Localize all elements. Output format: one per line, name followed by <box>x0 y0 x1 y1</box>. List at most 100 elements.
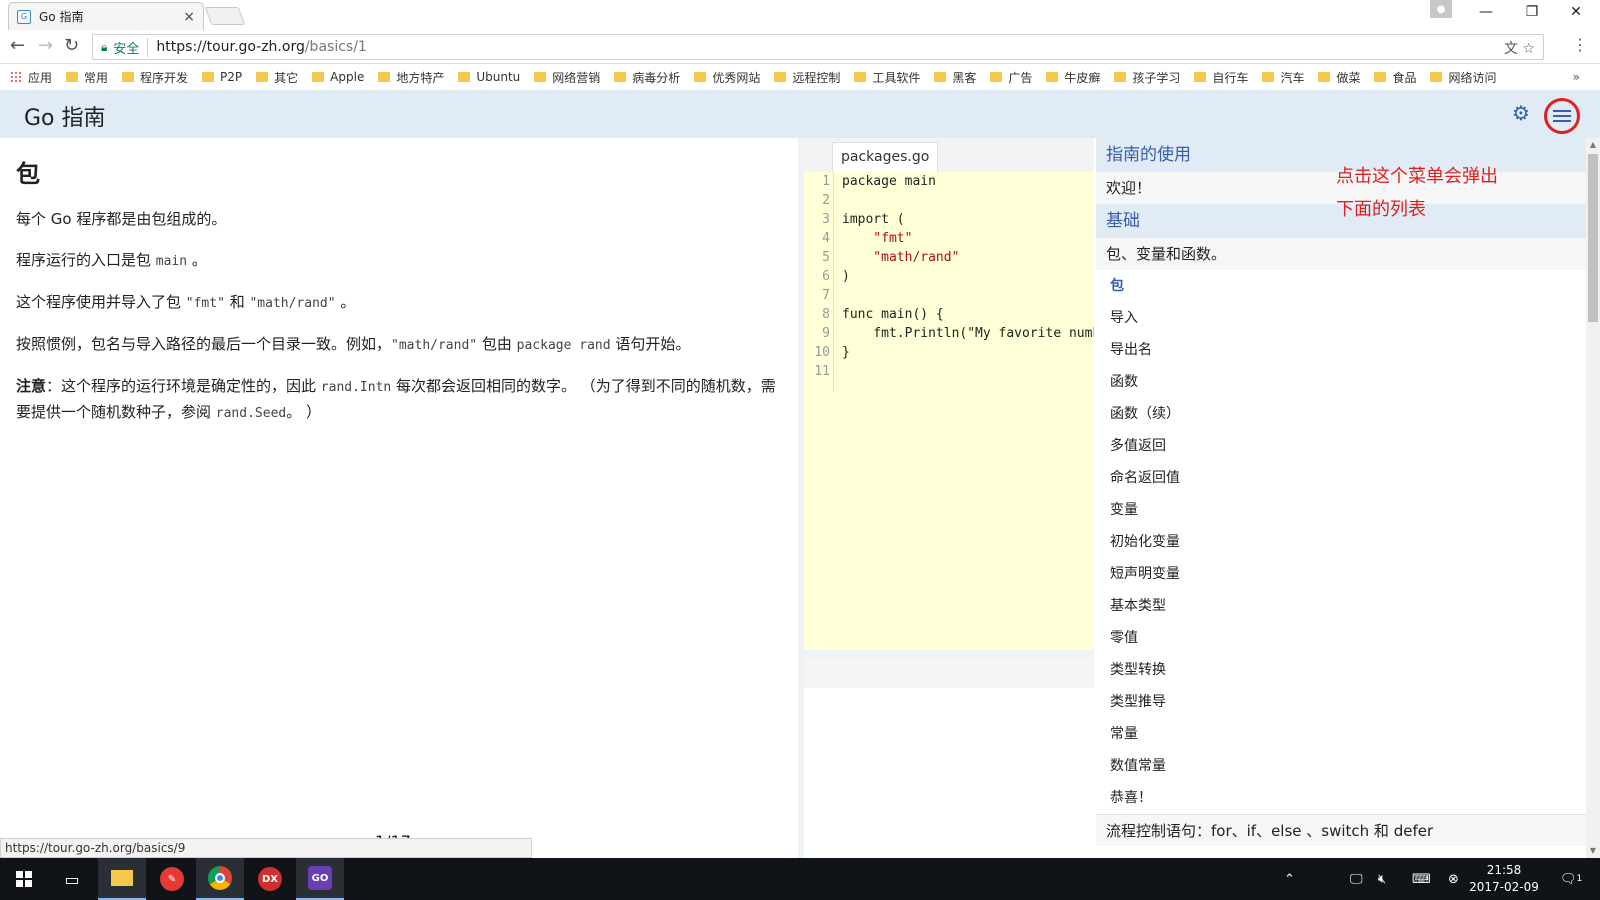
toc-item[interactable]: 初始化变量 <box>1096 526 1586 558</box>
scroll-thumb[interactable] <box>1588 154 1598 322</box>
url-input[interactable]: 🔒︎ 安全 https://tour.go-zh.org /basics/1 文… <box>92 34 1544 60</box>
gear-icon[interactable]: ⚙ <box>1512 103 1532 123</box>
scrollbar[interactable]: ▲ ▼ <box>1586 138 1600 858</box>
translate-star-icons[interactable]: 文 ☆ <box>1504 38 1535 58</box>
task-view-icon[interactable]: ▭ <box>48 858 96 900</box>
toc-sub-packages[interactable]: 包、变量和函数。 <box>1096 238 1586 270</box>
bookmark-folder[interactable]: 工具软件 <box>854 69 920 86</box>
toc-item[interactable]: 数值常量 <box>1096 750 1586 782</box>
site-title[interactable]: Go 指南 <box>24 100 106 132</box>
bookmark-folder[interactable]: 黑客 <box>934 69 976 86</box>
bookmark-folder[interactable]: 程序开发 <box>122 69 188 86</box>
app-red-icon[interactable]: ✎ <box>148 858 196 900</box>
bookmark-folder[interactable]: Ubuntu <box>458 70 520 84</box>
bookmark-folder[interactable]: 其它 <box>256 69 298 86</box>
code-line[interactable]: 6) <box>804 267 1094 286</box>
forward-icon[interactable]: → <box>38 35 53 56</box>
close-icon[interactable]: × <box>183 9 195 25</box>
scroll-down-icon[interactable]: ▼ <box>1586 844 1600 858</box>
file-tab[interactable]: packages.go <box>832 142 939 172</box>
folder-icon <box>378 72 391 82</box>
toc-sub-flowcontrol[interactable]: 流程控制语句：for、if、else 、switch 和 defer <box>1096 814 1586 846</box>
chrome-menu-icon[interactable]: ⋮ <box>1572 35 1588 54</box>
system-clock[interactable]: 21:58 2017-02-09 <box>1464 862 1544 896</box>
new-tab-button[interactable] <box>204 7 246 25</box>
code-area[interactable]: 1 package main 2 3 import (4 "fmt" 5 "math/ra… <box>804 172 1094 392</box>
toc-item[interactable]: 函数（续） <box>1096 398 1586 430</box>
folder-icon <box>990 72 1003 82</box>
bookmark-folder[interactable]: 远程控制 <box>774 69 840 86</box>
start-button[interactable] <box>0 858 48 900</box>
toc-item[interactable]: 函数 <box>1096 366 1586 398</box>
toc-item[interactable]: 类型转换 <box>1096 654 1586 686</box>
code-line[interactable]: 7 <box>804 286 1094 305</box>
bookmark-folder[interactable]: 食品 <box>1374 69 1416 86</box>
reload-icon[interactable]: ↻ <box>64 35 79 56</box>
url-path: /basics/1 <box>304 39 367 55</box>
tray-chevron-icon[interactable]: ⌃ <box>1284 858 1295 900</box>
scroll-up-icon[interactable]: ▲ <box>1586 138 1600 152</box>
code-line[interactable]: 3 import ( <box>804 210 1094 229</box>
bookmark-folder[interactable]: 病毒分析 <box>614 69 680 86</box>
network-icon[interactable]: 🖵︎ <box>1350 858 1363 900</box>
code-line[interactable]: 5 "math/rand" <box>804 248 1094 267</box>
keyboard-icon[interactable]: ⌨ <box>1412 858 1431 900</box>
close-circle-icon[interactable]: ⊗ <box>1448 858 1459 900</box>
toc-item[interactable]: 变量 <box>1096 494 1586 526</box>
bookmark-folder[interactable]: 做菜 <box>1318 69 1360 86</box>
bookmark-label: 牛皮癣 <box>1064 70 1101 85</box>
bookmark-folder[interactable]: 常用 <box>66 69 108 86</box>
browser-tab[interactable]: G Go 指南 × <box>8 2 204 30</box>
code-editor[interactable]: packages.go 1 package main 2 3 import (4 "fm… <box>804 138 1094 650</box>
menu-button[interactable] <box>1544 98 1580 134</box>
toc-item[interactable]: 短声明变量 <box>1096 558 1586 590</box>
chrome-icon[interactable] <box>196 858 244 900</box>
secure-label: 安全 <box>113 37 149 57</box>
minimize-icon[interactable]: — <box>1466 4 1506 20</box>
code-line[interactable]: 10} <box>804 343 1094 362</box>
dx-app-icon[interactable]: DX <box>246 858 294 900</box>
code-line[interactable]: 9 fmt.Println("My favorite numb <box>804 324 1094 343</box>
lesson-paragraph: 注意：这个程序的运行环境是确定性的，因此 rand.Intn 每次都会返回相同的… <box>16 377 776 421</box>
code-line[interactable]: 1 package main <box>804 172 1094 191</box>
bookmark-folder[interactable]: Apple <box>312 70 364 84</box>
toc-item[interactable]: 命名返回值 <box>1096 462 1586 494</box>
bookmark-apps[interactable]: 应用 <box>10 69 52 86</box>
bookmark-folder[interactable]: P2P <box>202 70 242 84</box>
bookmark-folder[interactable]: 牛皮癣 <box>1046 69 1100 86</box>
code-line[interactable]: 8 func main() { <box>804 305 1094 324</box>
bookmark-label: 病毒分析 <box>632 70 681 85</box>
toc-item[interactable]: 导入 <box>1096 302 1586 334</box>
folder-icon <box>774 72 787 82</box>
code-line[interactable]: 4 "fmt" <box>804 229 1094 248</box>
bookmark-folder[interactable]: 汽车 <box>1262 69 1304 86</box>
bookmarks-more-icon[interactable]: » <box>1573 70 1580 84</box>
file-explorer-icon[interactable] <box>98 858 146 900</box>
toc-item[interactable]: 导出名 <box>1096 334 1586 366</box>
toc-item[interactable]: 包 <box>1096 270 1586 302</box>
toc-item[interactable]: 零值 <box>1096 622 1586 654</box>
toc-item[interactable]: 基本类型 <box>1096 590 1586 622</box>
back-icon[interactable]: ← <box>10 35 25 56</box>
bookmark-folder[interactable]: 广告 <box>990 69 1032 86</box>
bookmark-folder[interactable]: 地方特产 <box>378 69 444 86</box>
restore-icon[interactable]: ❐ <box>1512 4 1552 20</box>
volume-icon[interactable]: 🔇︎ <box>1378 858 1386 900</box>
hamburger-icon-bar <box>1553 115 1571 117</box>
toc-item[interactable]: 恭喜！ <box>1096 782 1586 814</box>
bookmark-folder[interactable]: 自行车 <box>1194 69 1248 86</box>
toc-item[interactable]: 常量 <box>1096 718 1586 750</box>
bookmark-folder[interactable]: 优秀网站 <box>694 69 760 86</box>
notification-icon[interactable]: 🗨︎ 1 <box>1560 858 1582 900</box>
bookmark-folder[interactable]: 网络访问 <box>1430 69 1497 86</box>
toc-item[interactable]: 类型推导 <box>1096 686 1586 718</box>
code-line[interactable]: 11 <box>804 362 1094 381</box>
user-icon[interactable]: ● <box>1430 0 1452 18</box>
go-app-icon[interactable]: GO <box>296 858 344 900</box>
toc-item[interactable]: 多值返回 <box>1096 430 1586 462</box>
bookmark-label: 程序开发 <box>140 70 189 85</box>
code-line[interactable]: 2 <box>804 191 1094 210</box>
close-window-icon[interactable]: ✕ <box>1556 4 1596 20</box>
bookmark-folder[interactable]: 孩子学习 <box>1114 69 1180 86</box>
bookmark-folder[interactable]: 网络营销 <box>534 69 600 86</box>
